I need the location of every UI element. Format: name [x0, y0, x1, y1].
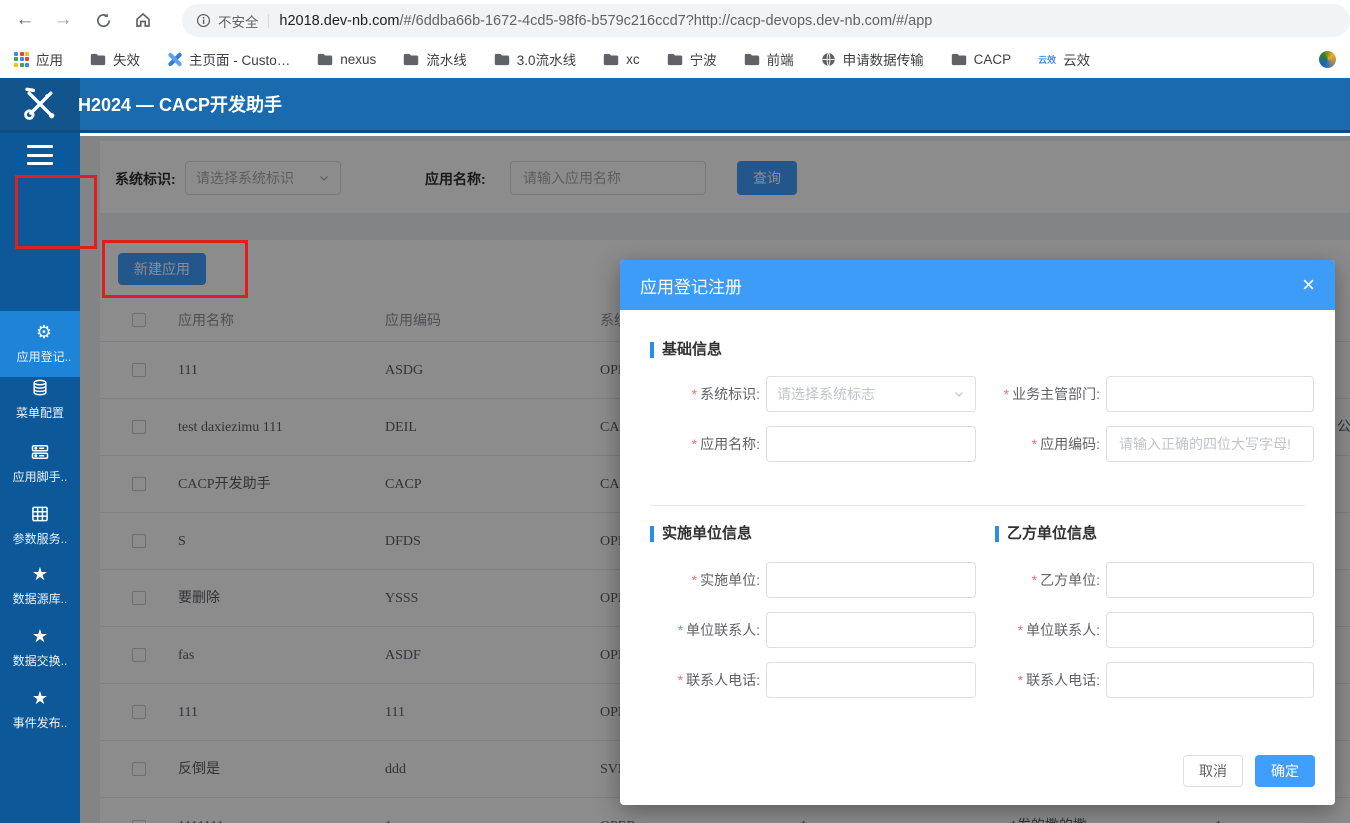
bookmark-folder[interactable]: xc: [603, 52, 640, 67]
contact-phone-label-b: *联系人电话:: [950, 662, 1100, 698]
bookmark-yunxiao[interactable]: 云效 云效: [1038, 49, 1090, 69]
url-domain: h2018.dev-nb.com: [279, 13, 399, 29]
dept-label: *业务主管部门:: [950, 376, 1100, 412]
folder-icon: [603, 53, 619, 66]
dept-input[interactable]: [1106, 376, 1314, 412]
sidebar-item-event-publish[interactable]: ★ 事件发布..: [0, 687, 80, 731]
party-b-input[interactable]: [1106, 562, 1314, 598]
bookmark-folder[interactable]: 宁波: [667, 49, 717, 69]
system-id-select[interactable]: 请选择系统标志: [766, 376, 976, 412]
app-logo: [0, 78, 80, 130]
unit-contact-input-b[interactable]: [1106, 612, 1314, 648]
forward-icon[interactable]: →: [50, 7, 76, 33]
sidebar-item-app-register[interactable]: ⚙ 应用登记..: [0, 311, 88, 377]
url-separator: |: [267, 12, 271, 29]
back-icon[interactable]: ←: [12, 7, 38, 33]
folder-icon: [667, 53, 683, 66]
gear-icon: ⚙: [0, 321, 88, 343]
bookmark-data-transfer[interactable]: 申请数据传输: [821, 49, 924, 69]
section-basic-info: 基础信息: [650, 342, 722, 358]
party-b-label: *乙方单位:: [950, 562, 1100, 598]
globe-icon: [821, 52, 836, 67]
info-icon[interactable]: [196, 13, 211, 28]
server-icon: [0, 441, 80, 463]
close-icon[interactable]: ×: [1302, 274, 1315, 296]
unit-contact-label-b: *单位联系人:: [950, 612, 1100, 648]
sidebar-item-data-exchange[interactable]: ★ 数据交换..: [0, 625, 80, 669]
impl-unit-label: *实施单位:: [640, 562, 760, 598]
dialog-header: 应用登记注册 ×: [620, 260, 1335, 310]
star-icon: ★: [0, 625, 80, 647]
app-name-label: *应用名称:: [640, 426, 760, 462]
app-name-input[interactable]: [766, 426, 976, 462]
cancel-button[interactable]: 取消: [1183, 755, 1243, 787]
crossed-tools-icon: [20, 84, 60, 124]
star-icon: ★: [0, 563, 80, 585]
unit-contact-input[interactable]: [766, 612, 976, 648]
address-bar[interactable]: 不安全 | h2018.dev-nb.com/#/6ddba66b-1672-4…: [182, 4, 1350, 37]
app-register-dialog: 应用登记注册 × 基础信息 *系统标识: 请选择系统标志 *业务主管部门: *应…: [620, 260, 1335, 805]
annotation-box-new-app-button: [102, 240, 248, 298]
folder-icon: [90, 53, 106, 66]
security-status: 不安全: [218, 11, 259, 31]
folder-icon: [317, 53, 333, 66]
contact-phone-input[interactable]: [766, 662, 976, 698]
bookmark-apps[interactable]: 应用: [14, 49, 63, 69]
section-impl-unit: 实施单位信息: [650, 526, 752, 542]
page-title: H2024 — CACP开发助手: [78, 78, 282, 130]
bookmark-folder[interactable]: 前端: [744, 49, 794, 69]
dialog-title: 应用登记注册: [640, 273, 742, 298]
home-icon[interactable]: [130, 7, 156, 33]
database-icon: [0, 377, 80, 399]
app-code-input[interactable]: [1106, 426, 1314, 462]
yunxiao-icon: 云效: [1038, 53, 1056, 66]
folder-icon: [744, 53, 760, 66]
impl-unit-input[interactable]: [766, 562, 976, 598]
system-id-label: *系统标识:: [640, 376, 760, 412]
contact-phone-label: *联系人电话:: [640, 662, 760, 698]
table-grid-icon: [0, 503, 80, 525]
bookmark-folder[interactable]: 失效: [90, 49, 140, 69]
bookmark-folder[interactable]: CACP: [951, 52, 1012, 67]
sidebar-item-app-scaffold[interactable]: 应用脚手..: [0, 441, 80, 485]
folder-icon: [403, 53, 419, 66]
unit-contact-label: *单位联系人:: [640, 612, 760, 648]
bookmark-folder[interactable]: 3.0流水线: [494, 49, 576, 69]
folder-icon: [951, 53, 967, 66]
annotation-box-sidebar-item: [15, 175, 97, 249]
reload-icon[interactable]: [90, 7, 116, 33]
section-divider: [650, 505, 1305, 506]
folder-icon: [494, 53, 510, 66]
confirm-button[interactable]: 确定: [1255, 755, 1315, 787]
app-header: H2024 — CACP开发助手: [0, 78, 1350, 133]
bookmark-folder[interactable]: 流水线: [403, 49, 467, 69]
sidebar-item-menu-config[interactable]: 菜单配置: [0, 377, 80, 421]
menu-toggle-icon[interactable]: [27, 145, 53, 165]
bookmark-mainpage[interactable]: 主页面 - Custo…: [167, 49, 290, 69]
app-code-label: *应用编码:: [950, 426, 1100, 462]
bookmark-folder[interactable]: nexus: [317, 52, 376, 67]
sidebar-item-datasource[interactable]: ★ 数据源库..: [0, 563, 80, 607]
browser-profile-icon[interactable]: [1319, 51, 1336, 68]
url-path: /#/6ddba66b-1672-4cd5-98f6-b579c216ccd7?…: [400, 13, 933, 29]
bookmarks-bar: 应用 失效 主页面 - Custo… nexus 流水线 3.0流水线 xc: [0, 40, 1350, 78]
screen: ← → 不安全 | h2018.dev-nb.com/#/6ddba66b-16…: [0, 0, 1350, 823]
sidebar-item-param-service[interactable]: 参数服务..: [0, 503, 80, 547]
section-party-b-unit: 乙方单位信息: [995, 526, 1097, 542]
browser-toolbar: ← → 不安全 | h2018.dev-nb.com/#/6ddba66b-16…: [0, 0, 1350, 40]
x-logo-icon: [167, 52, 182, 67]
star-icon: ★: [0, 687, 80, 709]
contact-phone-input-b[interactable]: [1106, 662, 1314, 698]
apps-grid-icon: [14, 52, 29, 67]
